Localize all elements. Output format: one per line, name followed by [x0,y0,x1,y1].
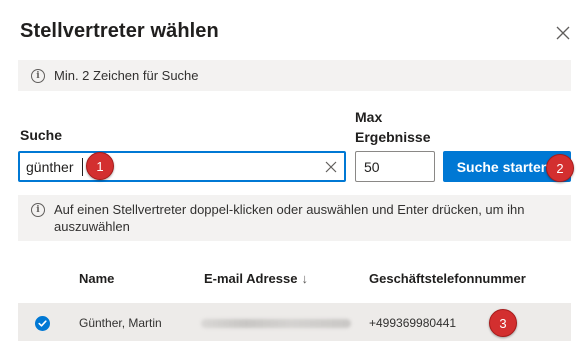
column-header-phone-label: Geschäftstelefonnummer [369,271,526,286]
close-button[interactable] [552,22,574,44]
hint-info-icon: i [31,203,45,217]
column-header-phone[interactable]: Geschäftstelefonnummer [369,271,526,286]
close-icon [556,26,570,40]
row-phone: +499369980441 [369,316,457,330]
column-header-email[interactable]: E-mail Adresse ↓ [204,271,308,286]
column-header-name-label: Name [79,271,115,286]
max-results-input[interactable] [364,158,424,176]
info-bar: i Min. 2 Zeichen für Suche [18,60,571,91]
search-input[interactable] [26,158,306,176]
column-header-name[interactable]: Name [79,271,114,286]
column-header-email-label: E-mail Adresse [204,271,298,286]
row-email-redacted [201,319,351,328]
row-name: Günther, Martin [79,316,162,330]
search-field[interactable] [18,151,346,182]
clear-search-button[interactable] [322,158,340,176]
info-icon: i [31,68,45,83]
info-text: Min. 2 Zeichen für Suche [54,68,199,83]
row-selected-checkbox[interactable] [35,316,50,331]
hint-bar: i Auf einen Stellvertreter doppel-klicke… [18,195,571,241]
max-results-field[interactable] [355,151,435,182]
step-marker-2: 2 [546,154,574,182]
sort-descending-icon: ↓ [301,271,308,286]
step-marker-3: 3 [489,309,517,337]
checkmark-icon [38,320,47,327]
hint-text: Auf einen Stellvertreter doppel-klicken … [54,202,525,234]
text-caret [82,158,83,176]
max-results-label: Max Ergebnisse [355,109,431,145]
search-label: Suche [20,127,63,143]
dialog-title: Stellvertreter wählen [20,20,219,42]
clear-icon [325,161,337,173]
step-marker-1: 1 [86,152,114,180]
